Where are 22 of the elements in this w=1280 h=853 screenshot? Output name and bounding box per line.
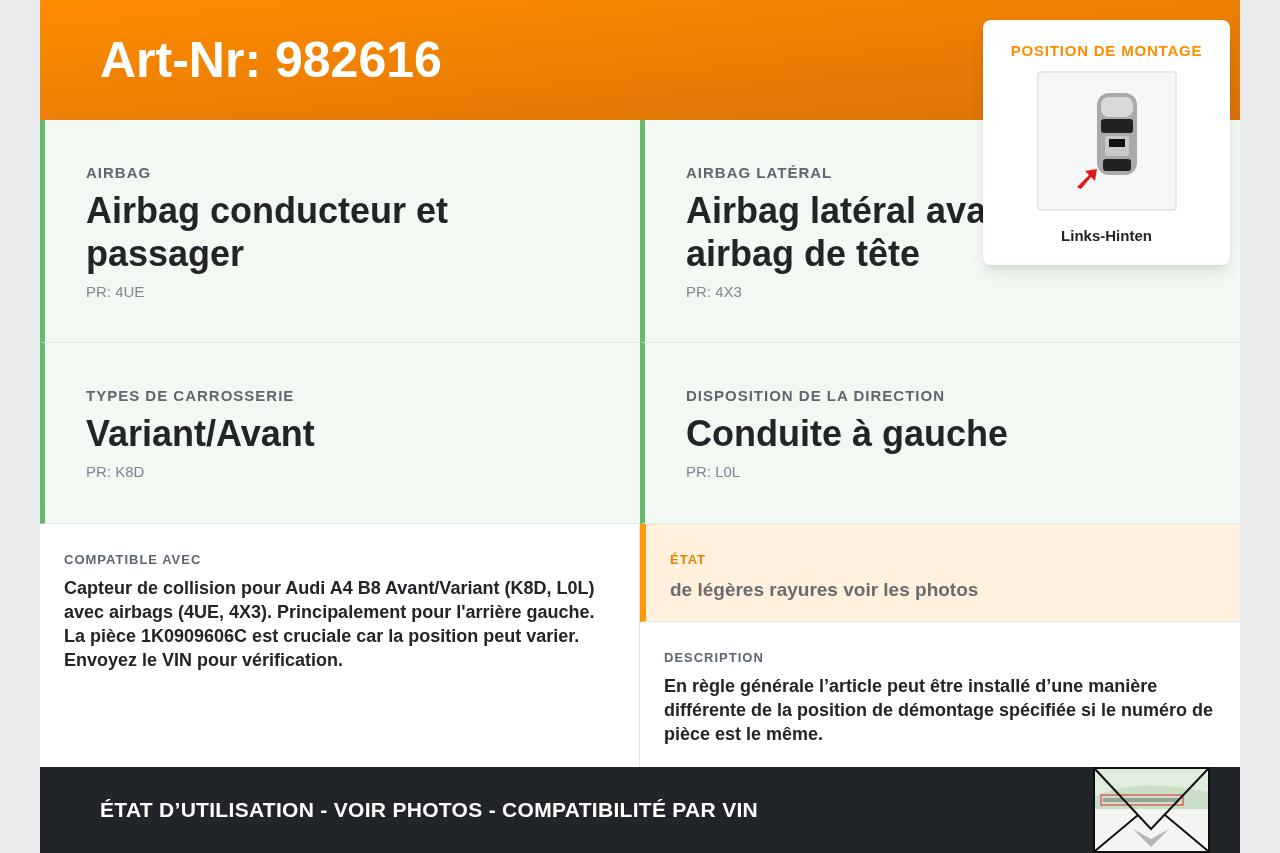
spec-value: Airbag latéral ava airbag de tête <box>686 188 987 275</box>
article-number: Art-Nr: 982616 <box>100 35 442 85</box>
mount-title: POSITION DE MONTAGE <box>1010 41 1203 61</box>
description-text: En règle générale l’article peut être installé d’une manière différente de la position de démontage spécifiée si le numéro de pièce est le même. <box>664 674 1215 746</box>
mount-position: Links-Hinten <box>1061 225 1152 246</box>
condition-label: ÉTAT <box>670 551 707 569</box>
part-code: PR: K8D <box>86 461 146 482</box>
part-code: PR: 4X3 <box>686 281 743 302</box>
spec-value: Conduite à gauche <box>686 411 1009 455</box>
spec-value: Variant/Avant <box>86 411 315 455</box>
part-code: PR: 4UE <box>86 281 146 302</box>
compatibility-text: Capteur de collision pour Audi A4 B8 Avant/Variant (K8D, L0L) avec airbags (4UE, 4X3). Principalement pour l'arrière gauche. La pièce 1K0909606C est cruciale car la position peut varier. Envoyez le VIN pour vérification. <box>64 576 596 672</box>
condition-text: de légères rayures voir les photos <box>670 577 980 602</box>
part-code: PR: L0L <box>686 461 742 482</box>
footer-text: ÉTAT D’UTILISATION - VOIR PHOTOS - COMPATIBILITÉ PAR VIN <box>100 797 759 824</box>
spec-value: Airbag conducteur et passager <box>86 188 450 275</box>
description-label: DESCRIPTION <box>664 649 765 667</box>
spec-label: TYPES DE CARROSSERIE <box>86 386 296 406</box>
spec-label: AIRBAG LATÉRAL <box>686 163 834 183</box>
spec-label: DISPOSITION DE LA DIRECTION <box>686 386 946 406</box>
spec-label: AIRBAG <box>86 163 153 183</box>
compatible-label: COMPATIBLE AVEC <box>64 551 203 569</box>
